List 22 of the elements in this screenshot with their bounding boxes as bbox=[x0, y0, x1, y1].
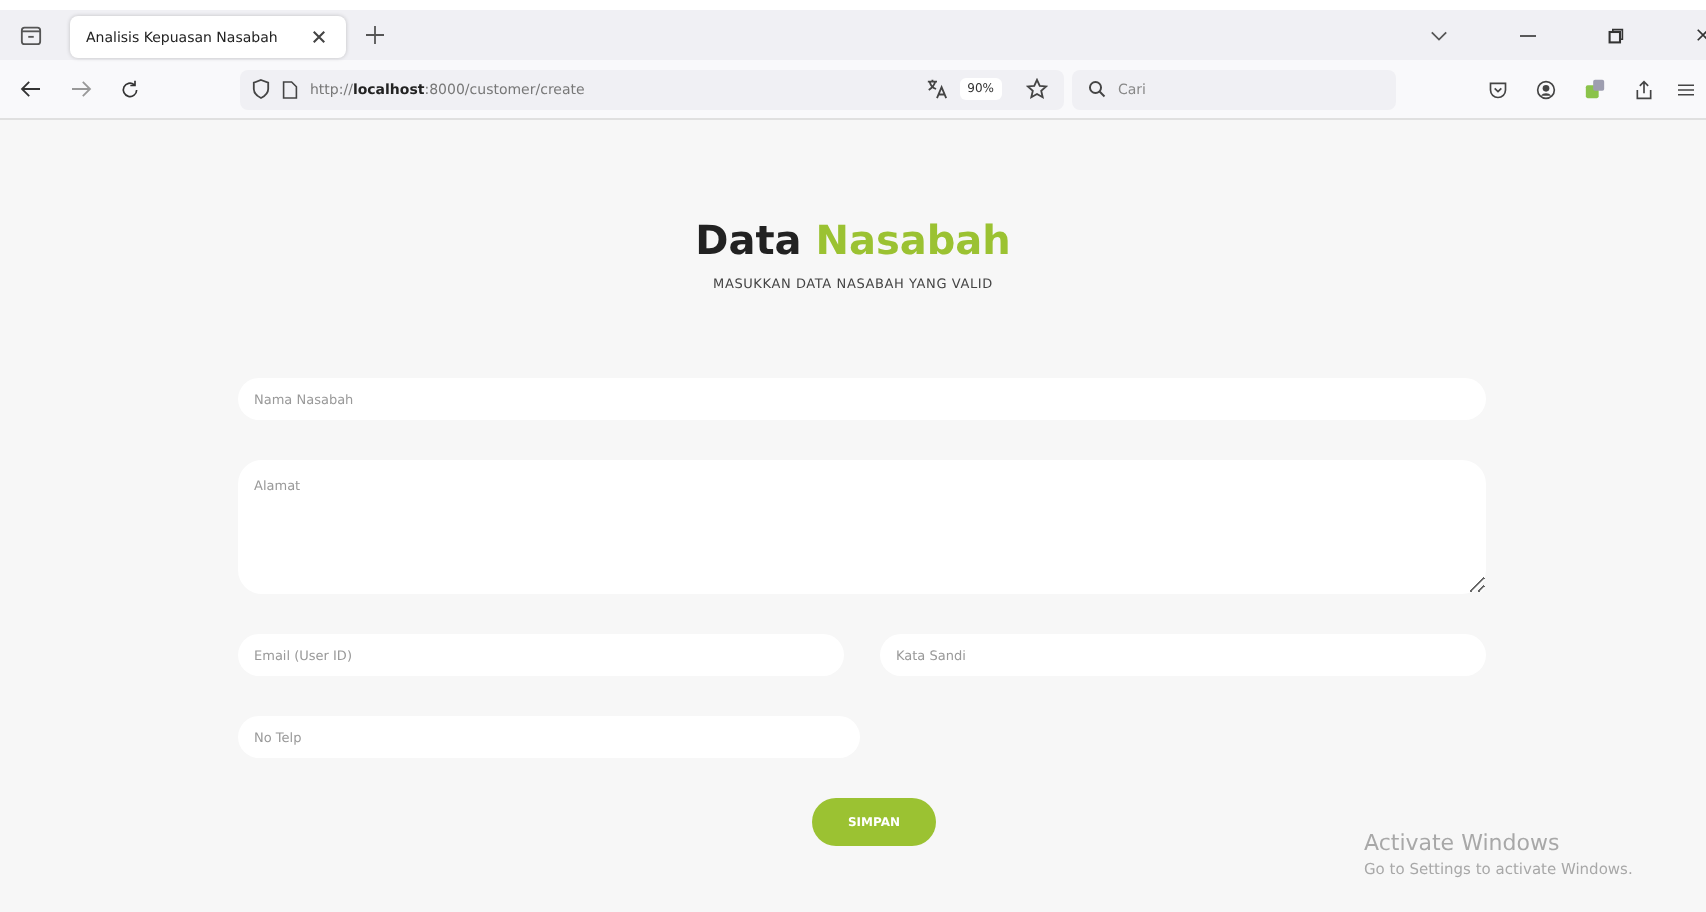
share-icon[interactable] bbox=[1634, 79, 1654, 99]
restore-icon[interactable] bbox=[1608, 27, 1624, 43]
minimize-icon[interactable] bbox=[1520, 33, 1536, 37]
translate-icon[interactable] bbox=[925, 78, 948, 100]
forward-icon[interactable] bbox=[70, 80, 92, 98]
shield-icon[interactable] bbox=[252, 78, 270, 100]
pocket-icon[interactable] bbox=[1488, 79, 1508, 99]
page-icon bbox=[282, 79, 298, 99]
back-icon[interactable] bbox=[20, 80, 42, 98]
close-icon[interactable] bbox=[312, 30, 326, 44]
close-icon[interactable] bbox=[1696, 28, 1706, 42]
new-tab-icon[interactable] bbox=[366, 26, 384, 44]
activation-title: Activate Windows bbox=[1364, 830, 1562, 856]
page-title: Data bbox=[695, 216, 802, 264]
chevron-down-icon[interactable] bbox=[1430, 29, 1448, 41]
reload-icon[interactable] bbox=[120, 79, 140, 99]
tab-list-icon[interactable] bbox=[20, 24, 42, 46]
search-icon bbox=[1088, 80, 1106, 98]
menu-icon[interactable] bbox=[1678, 81, 1694, 97]
star-icon[interactable] bbox=[1026, 78, 1048, 100]
account-icon[interactable] bbox=[1536, 79, 1556, 99]
page-title-highlight: Nasabah bbox=[815, 216, 1011, 264]
